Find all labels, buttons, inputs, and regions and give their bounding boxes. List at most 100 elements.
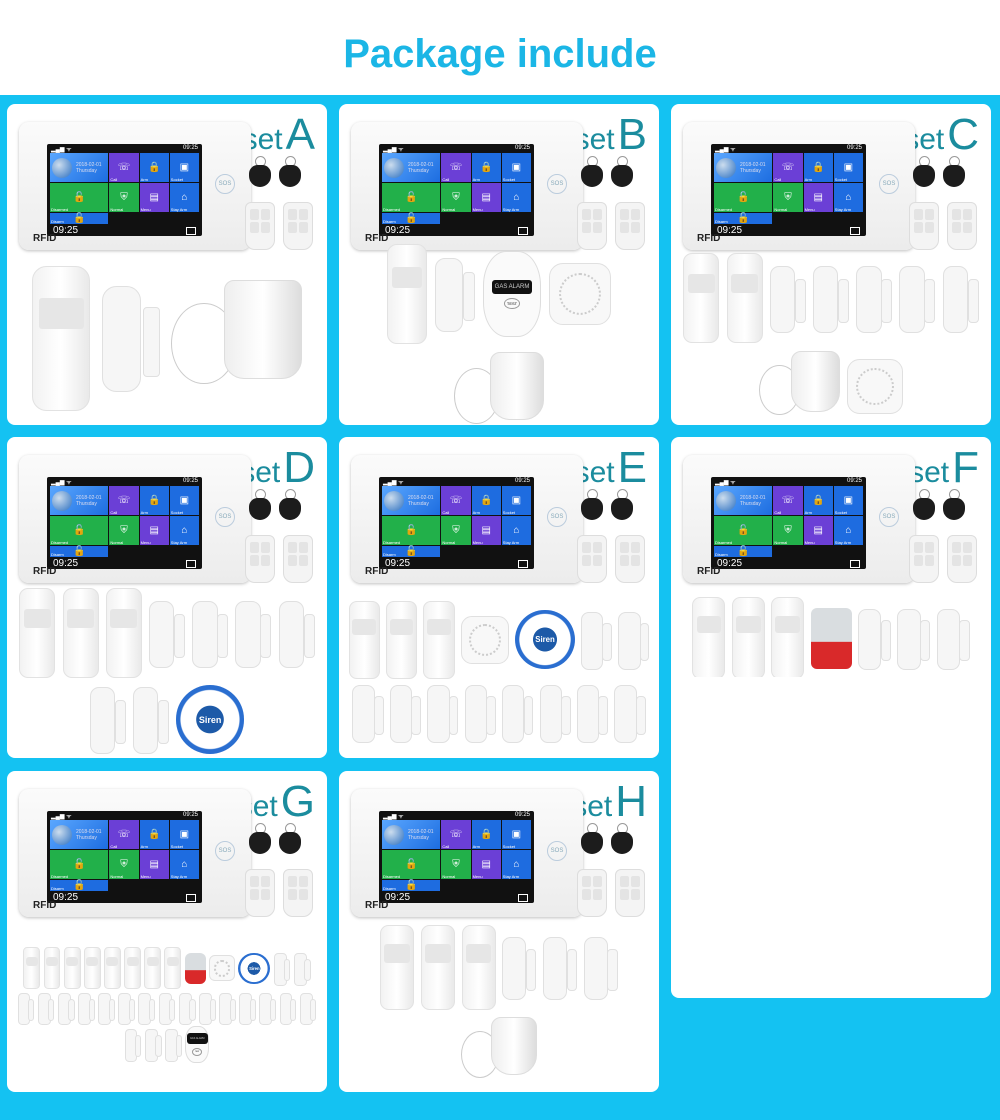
menu-icon: ▤ xyxy=(149,192,159,203)
tile-disarmed: 🔓 Disarmed xyxy=(714,183,773,212)
globe-icon xyxy=(716,490,736,511)
door-sensor-icon xyxy=(936,608,970,670)
tile-label: Call xyxy=(442,510,450,515)
phone-icon: ☏ xyxy=(781,162,795,173)
alarm-hub: ▂▄▆ ᯤ 09:25 2018-02-01 Thursday ☏ Call 🔒 Arm ▣… xyxy=(351,122,583,250)
tile-menu: ▤ Menu xyxy=(139,516,169,545)
hub-screen: ▂▄▆ ᯤ 09:25 2018-02-01 Thursday ☏ Call 🔒 Arm ▣… xyxy=(711,144,866,236)
test-button: TEST xyxy=(192,1047,203,1056)
signal-icon: ▂▄▆ ᯤ xyxy=(383,147,404,153)
door-sensor-icon xyxy=(583,937,618,1001)
status-bar: ▂▄▆ ᯤ 09:25 xyxy=(715,145,862,153)
rfid-tags xyxy=(249,156,301,187)
door-sensor-icon xyxy=(858,608,891,670)
motion-sensor-icon xyxy=(43,947,61,990)
door-sensor-icon xyxy=(138,992,156,1026)
tile-socket: ▣ Socket xyxy=(501,486,531,515)
tile-label: Stay Arm xyxy=(834,207,852,212)
message-icon xyxy=(186,560,196,568)
door-sensor-icon xyxy=(580,611,613,671)
door-sensor-icon xyxy=(158,992,176,1026)
status-bar: ▂▄▆ ᯤ 09:25 xyxy=(715,478,862,486)
motion-sensor-icon xyxy=(62,588,99,679)
tile-normal: ⛨ Normal xyxy=(773,516,803,545)
tile-call: ☏ Call xyxy=(773,486,803,515)
tile-label: Stay Arm xyxy=(502,540,520,545)
rfid-logo: RFID xyxy=(33,900,57,911)
motion-sensor-icon xyxy=(63,947,81,990)
status-time: 09:25 xyxy=(846,145,862,151)
tile-disarm: 🔓 Disarm xyxy=(382,880,441,891)
tile-label: Socket xyxy=(834,510,848,515)
tile-stay-arm: ⌂ Stay Arm xyxy=(169,850,199,879)
motion-sensor-icon xyxy=(423,600,455,679)
signal-icon: ▂▄▆ ᯤ xyxy=(715,480,736,486)
status-time: 09:25 xyxy=(514,145,530,151)
socket-icon: ▣ xyxy=(511,829,522,840)
gas-label: GAS ALARM xyxy=(491,279,533,294)
tile-disarm: 🔓 Disarm xyxy=(50,546,109,557)
motion-sensor-icon xyxy=(387,244,427,344)
tile-normal: ⛨ Normal xyxy=(109,850,139,879)
status-time: 09:25 xyxy=(846,478,862,484)
alarm-hub: ▂▄▆ ᯤ 09:25 2018-02-01 Thursday ☏ Call 🔒 Arm ▣… xyxy=(683,122,915,250)
tile-menu: ▤ Menu xyxy=(139,850,169,879)
siren-label: Siren xyxy=(198,714,222,725)
alarm-hub: ▂▄▆ ᯤ 09:25 2018-02-01 Thursday ☏ Call 🔒 Arm ▣… xyxy=(351,455,583,583)
rfid-tags xyxy=(249,823,301,854)
tile-disarm: 🔓 Disarm xyxy=(50,880,109,891)
status-time: 09:25 xyxy=(182,145,198,151)
status-time: 09:25 xyxy=(182,478,198,484)
door-sensor-icon xyxy=(897,608,930,670)
tile-call: ☏ Call xyxy=(773,153,803,182)
tile-disarmed: 🔓 Disarmed xyxy=(50,850,109,879)
tile-label: Call xyxy=(774,177,782,182)
home-icon: ⌂ xyxy=(181,192,188,203)
unlock-icon: 🔓 xyxy=(736,213,750,224)
page-title: Package include xyxy=(343,32,657,76)
tile-arm: 🔒 Arm xyxy=(471,486,501,515)
motion-sensor-icon xyxy=(124,947,141,990)
door-sensor-icon xyxy=(389,685,422,744)
tile-disarmed: 🔓 Disarmed xyxy=(382,183,441,212)
unlock-icon: 🔓 xyxy=(72,859,86,870)
tile-socket: ▣ Socket xyxy=(169,153,199,182)
tile-normal: ⛨ Normal xyxy=(773,183,803,212)
remote-controls xyxy=(577,202,645,250)
tile-disarm: 🔓 Disarm xyxy=(714,546,773,557)
weather-tile: 2018-02-01 Thursday xyxy=(50,153,109,182)
rfid-tag-icon xyxy=(249,489,271,520)
wired-siren-icon xyxy=(454,352,544,425)
hub-screen: ▂▄▆ ᯤ 09:25 2018-02-01 Thursday ☏ Call 🔒 Arm ▣… xyxy=(379,477,534,569)
globe-icon xyxy=(384,824,404,845)
hub-screen: ▂▄▆ ᯤ 09:25 2018-02-01 Thursday ☏ Call 🔒 Arm ▣… xyxy=(379,811,534,903)
message-icon xyxy=(186,227,196,235)
tile-disarm: 🔓 Disarm xyxy=(382,546,441,557)
door-sensor-icon xyxy=(299,992,317,1026)
tile-arm: 🔒 Arm xyxy=(471,820,501,849)
door-sensor-icon xyxy=(101,285,160,393)
tile-label: Normal xyxy=(442,874,456,879)
sos-button: SOS xyxy=(879,507,899,527)
remote-controls xyxy=(577,869,645,917)
remote-control-icon xyxy=(615,869,645,917)
clock: 09:25 xyxy=(385,558,411,569)
rfid-tag-icon xyxy=(249,156,271,187)
tile-menu: ▤ Menu xyxy=(471,516,501,545)
tile-label: Disarmed xyxy=(51,207,69,212)
rfid-logo: RFID xyxy=(697,233,721,244)
door-sensor-icon xyxy=(464,685,497,744)
shield-icon: ⛨ xyxy=(452,192,460,203)
door-sensor-icon xyxy=(899,266,936,333)
rfid-logo: RFID xyxy=(365,233,389,244)
rfid-tags xyxy=(249,489,301,520)
tile-label: Normal xyxy=(110,540,124,545)
tile-label: Menu xyxy=(472,540,483,545)
tile-label: Disarm xyxy=(51,552,64,557)
tile-call: ☏ Call xyxy=(441,153,471,182)
tile-label: Disarm xyxy=(51,219,64,224)
rfid-tags xyxy=(581,823,633,854)
menu-icon: ▤ xyxy=(481,859,491,870)
motion-sensor-icon xyxy=(385,600,418,679)
motion-sensor-icon xyxy=(726,253,763,344)
